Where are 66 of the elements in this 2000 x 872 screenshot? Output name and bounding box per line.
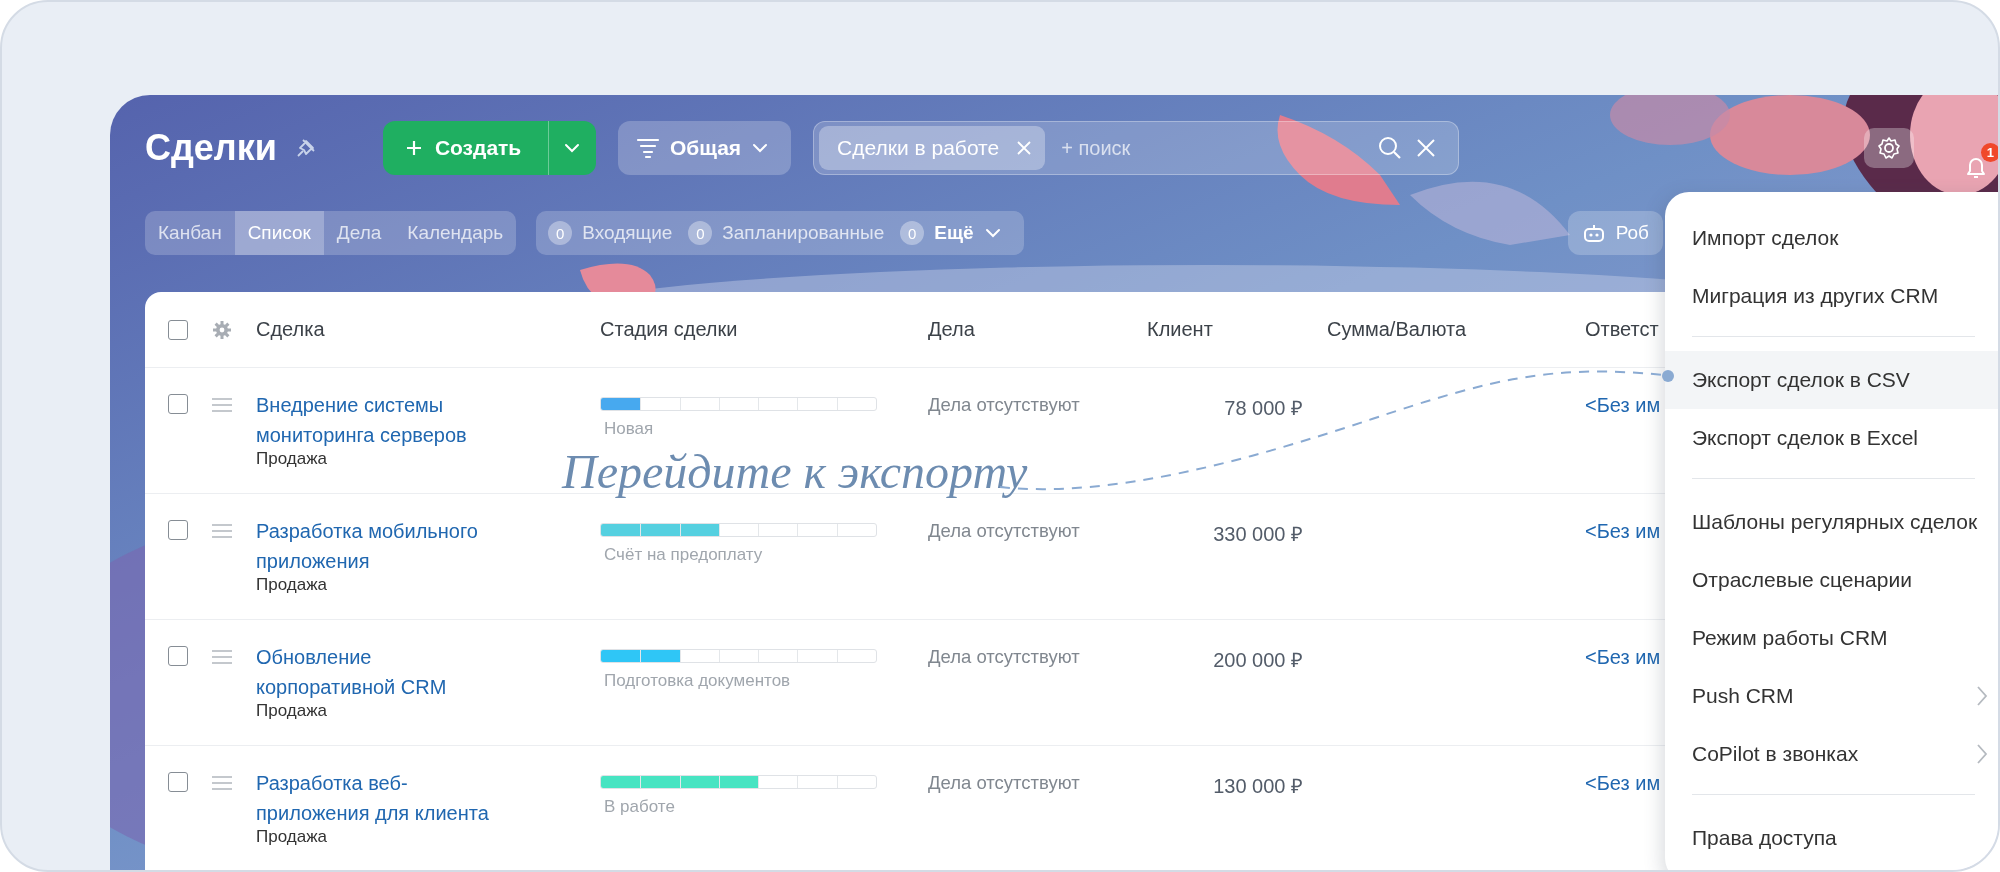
settings-icon — [1877, 136, 1901, 160]
count-badge: 0 — [688, 221, 713, 245]
column-header[interactable]: Ответст — [1585, 318, 1659, 341]
filter-icon — [635, 137, 660, 159]
handwritten-annotation: Перейдите к экспорту — [562, 448, 1028, 496]
amount-cell-text: 330 000 ₽ — [1213, 522, 1303, 547]
responsible-link[interactable]: <Без им — [1585, 646, 1661, 669]
checkbox[interactable] — [168, 394, 188, 414]
menu-item[interactable]: Режим работы CRM — [1665, 609, 1998, 667]
menu-item[interactable]: Экспорт сделок в CSV — [1665, 351, 1998, 409]
drag-handle-icon[interactable] — [212, 524, 232, 538]
table-cell-text: Дела отсутствуют — [928, 520, 1081, 542]
amount-cell-text: 130 000 ₽ — [1213, 774, 1303, 799]
close-icon — [1017, 141, 1032, 155]
stage-label: Подготовка документов — [603, 671, 792, 691]
menu-item[interactable]: Экспорт сделок в Excel — [1665, 409, 1998, 467]
deal-link[interactable]: Внедрение системы мониторинга серверов — [256, 390, 600, 450]
menu-item[interactable]: Отраслевые сценарии — [1665, 551, 1998, 609]
deal-type: Продажа — [256, 826, 328, 848]
settings-button[interactable] — [1864, 128, 1914, 168]
table-cell-text: Дела отсутствуют — [928, 772, 1081, 794]
stage-label: Новая — [603, 419, 655, 439]
menu-item[interactable]: Миграция из других CRM — [1665, 267, 1998, 325]
deal-link[interactable]: Разработка веб- приложения для клиента — [256, 768, 600, 828]
menu-item[interactable]: Шаблоны регулярных сделок — [1665, 493, 1998, 551]
checkbox[interactable] — [168, 319, 188, 340]
drag-handle-icon[interactable] — [212, 776, 232, 790]
column-header[interactable]: Клиент — [1147, 318, 1213, 341]
deal-type: Продажа — [256, 448, 328, 470]
gear-icon[interactable] — [212, 319, 232, 340]
page-title: Сделки — [145, 127, 277, 169]
filter-button[interactable]: Общая — [617, 121, 792, 175]
checkbox[interactable] — [168, 520, 188, 540]
amount-cell-text: 200 000 ₽ — [1213, 648, 1303, 673]
stage-label: В работе — [603, 797, 676, 817]
count-badge: 0 — [900, 221, 925, 245]
checkbox[interactable] — [168, 646, 188, 666]
amount-cell-text: 78 000 ₽ — [1224, 396, 1303, 421]
count-badge: 0 — [548, 221, 573, 245]
robot-icon — [1581, 222, 1606, 244]
plus-icon — [404, 139, 423, 157]
table-cell-text: Дела отсутствуют — [928, 646, 1081, 668]
menu-item[interactable]: Push CRM — [1665, 667, 1998, 725]
dropdown-button[interactable] — [547, 121, 596, 175]
column-header[interactable]: Сумма/Валюта — [1327, 318, 1467, 341]
close-icon[interactable] — [1416, 138, 1437, 158]
drag-handle-icon[interactable] — [212, 650, 232, 664]
drag-handle-icon[interactable] — [212, 398, 232, 412]
deal-link[interactable]: Разработка мобильного приложения — [256, 516, 600, 576]
column-header[interactable]: Дела — [928, 318, 975, 341]
responsible-link[interactable]: <Без им — [1585, 394, 1661, 417]
deal-type: Продажа — [256, 574, 328, 596]
menu-item[interactable]: CoPilot в звонках — [1665, 725, 1998, 783]
deal-type: Продажа — [256, 700, 328, 722]
column-header[interactable]: Стадия сделки — [600, 318, 738, 341]
checkbox[interactable] — [168, 772, 188, 792]
table-cell-text: Дела отсутствуют — [928, 394, 1081, 416]
bell-icon[interactable] — [1964, 155, 1988, 181]
responsible-link[interactable]: <Без им — [1585, 772, 1661, 795]
menu-item[interactable]: Импорт сделок — [1665, 209, 1998, 267]
search-icon[interactable] — [1378, 136, 1403, 160]
column-header[interactable]: Сделка — [256, 318, 325, 341]
responsible-link[interactable]: <Без им — [1585, 520, 1661, 543]
deal-link[interactable]: Обновление корпоративной CRM — [256, 642, 600, 702]
stage-label: Счёт на предоплату — [603, 545, 764, 565]
menu-item[interactable]: Права доступа — [1665, 809, 1998, 867]
